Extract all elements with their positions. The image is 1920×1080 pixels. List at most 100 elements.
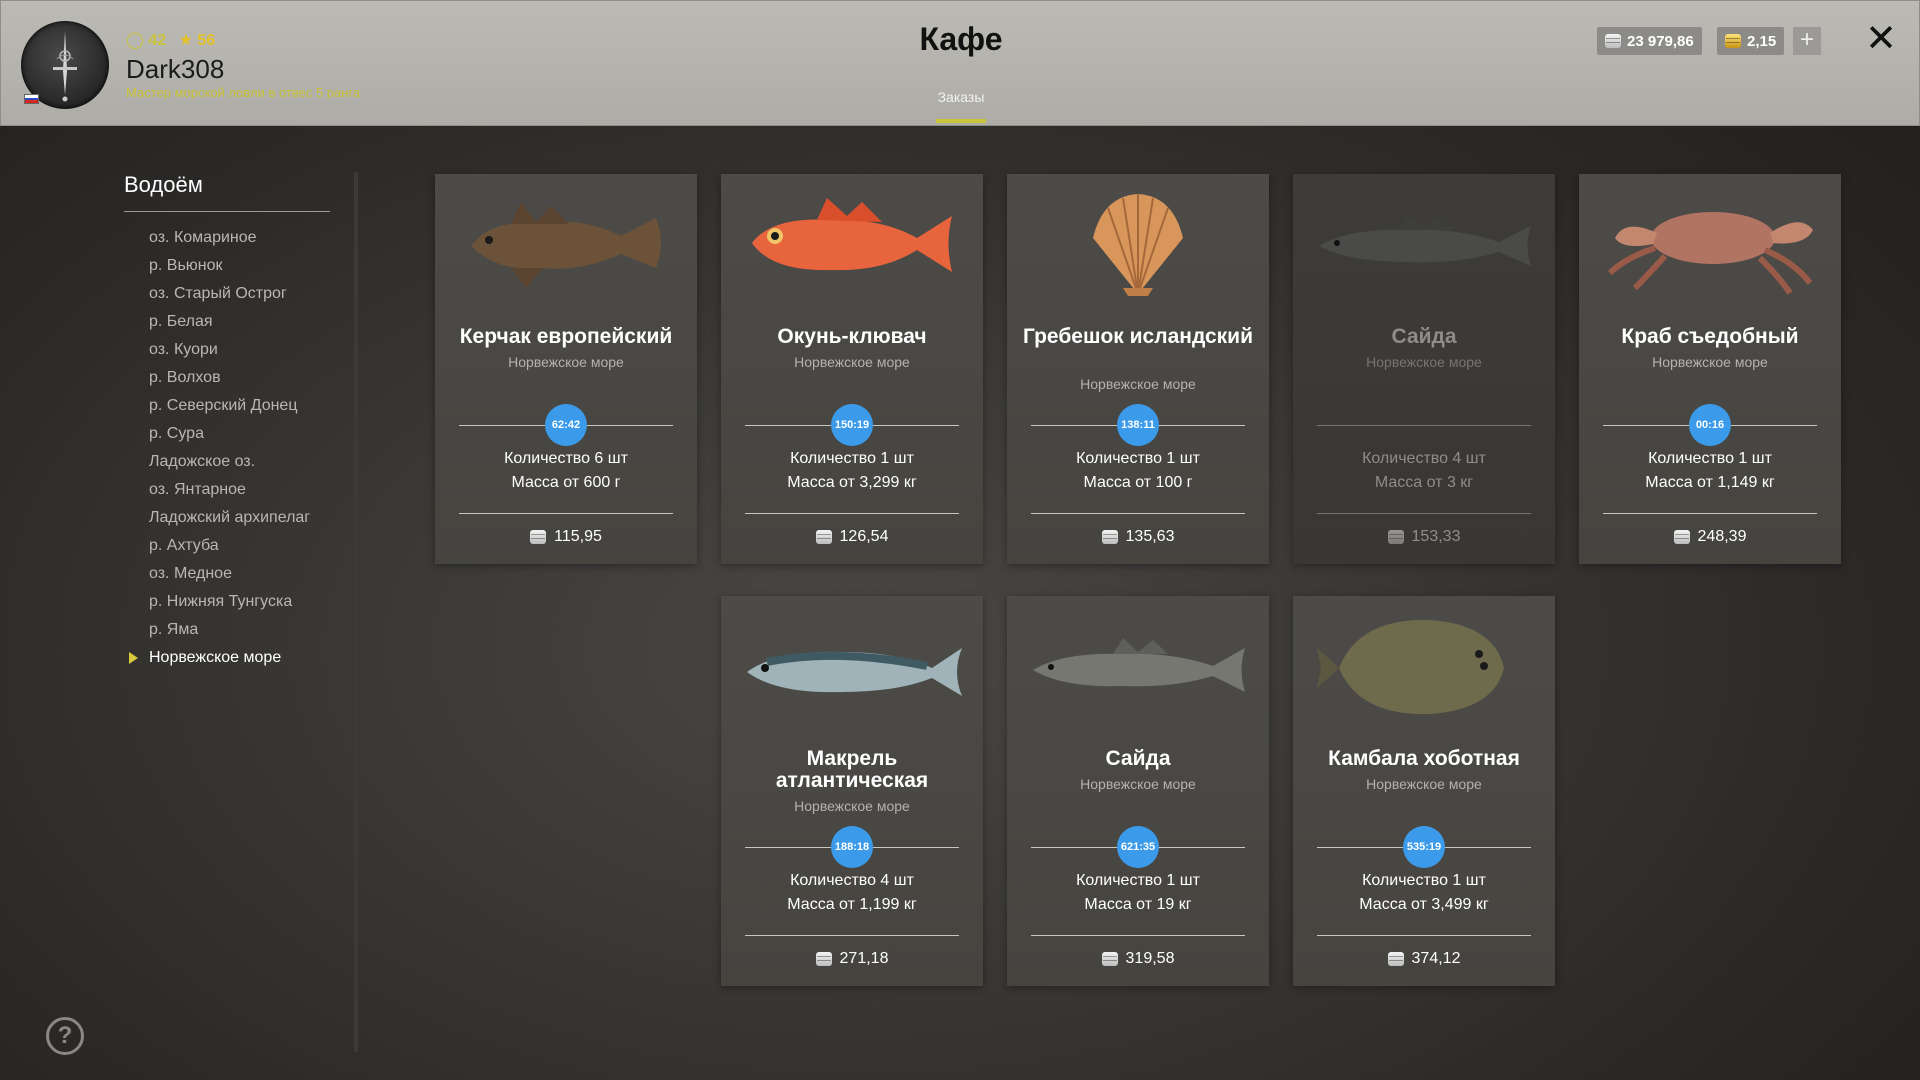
order-quantity: Количество 1 шт xyxy=(1076,872,1200,889)
order-location: Норвежское море xyxy=(1080,376,1196,392)
gold-amount: 2,15 xyxy=(1747,32,1777,50)
order-mass: Масса от 19 кг xyxy=(1084,896,1192,913)
silver-coin-icon xyxy=(1387,952,1404,966)
sidebar-item-active[interactable]: Норвежское море xyxy=(124,644,310,672)
order-reward: 374,12 xyxy=(1293,950,1555,968)
order-location: Норвежское море xyxy=(1366,354,1482,370)
order-mass: Масса от 600 г xyxy=(511,474,621,491)
price-divider xyxy=(1317,935,1531,936)
order-fish-name: Краб съедобный xyxy=(1621,325,1799,348)
sidebar-item[interactable]: р. Северский Донец xyxy=(124,392,310,420)
order-card[interactable]: Окунь-клювач Норвежское море 150:19 Коли… xyxy=(721,174,983,564)
order-price: 319,58 xyxy=(1125,950,1175,967)
order-price: 153,33 xyxy=(1411,528,1461,545)
sidebar-item[interactable]: р. Ахтуба xyxy=(124,532,310,560)
sidebar-item[interactable]: р. Белая xyxy=(124,308,310,336)
scallop-icon xyxy=(1093,194,1183,296)
sidebar-item[interactable]: оз. Старый Острог xyxy=(124,280,310,308)
order-timer: 621:35 xyxy=(1117,826,1159,868)
country-flag-icon xyxy=(24,94,39,104)
order-location: Норвежское море xyxy=(794,354,910,370)
sidebar-item[interactable]: р. Нижняя Тунгуска xyxy=(124,588,310,616)
sidebar-item[interactable]: оз. Янтарное xyxy=(124,476,310,504)
order-fish-name: Гребешок исландский xyxy=(1022,325,1253,348)
order-mass: Масса от 3,499 кг xyxy=(1359,896,1489,913)
order-price: 135,63 xyxy=(1125,528,1175,545)
silver-balance: 23 979,86 xyxy=(1597,27,1702,55)
sidebar-item[interactable]: р. Сура xyxy=(124,420,310,448)
silver-coin-icon xyxy=(815,530,832,544)
order-reward: 115,95 xyxy=(435,528,697,546)
order-mass: Масса от 1,149 кг xyxy=(1645,474,1775,491)
sidebar-item[interactable]: Ладожский архипелаг xyxy=(124,504,310,532)
order-card[interactable]: Сайда Норвежское море 621:35 Количество … xyxy=(1007,596,1269,986)
order-mass: Масса от 100 г xyxy=(1083,474,1193,491)
tab-orders[interactable]: Заказы xyxy=(931,89,991,105)
order-mass: Масса от 1,199 кг xyxy=(787,896,917,913)
order-price: 374,12 xyxy=(1411,950,1461,967)
flounder-icon xyxy=(1317,619,1504,715)
sidebar-item[interactable]: оз. Куори xyxy=(124,336,310,364)
order-quantity: Количество 4 шт xyxy=(790,872,914,889)
silver-coin-icon xyxy=(815,952,832,966)
order-timer: 62:42 xyxy=(545,404,587,446)
order-quantity: Количество 1 шт xyxy=(1362,872,1486,889)
order-reward: 248,39 xyxy=(1579,528,1841,546)
silver-coin-icon xyxy=(1101,952,1118,966)
order-card[interactable]: Краб съедобный Норвежское море 00:16 Кол… xyxy=(1579,174,1841,564)
order-timer: 535:19 xyxy=(1403,826,1445,868)
order-mass: Масса от 3,299 кг xyxy=(787,474,917,491)
order-timer: 00:16 xyxy=(1689,404,1731,446)
order-location: Норвежское море xyxy=(1652,354,1768,370)
order-reward: 153,33 xyxy=(1293,528,1555,546)
sidebar-item[interactable]: р. Вьюнок xyxy=(124,252,310,280)
sculpin-fish-icon xyxy=(471,202,661,288)
saithe-fish-icon xyxy=(1033,638,1245,692)
order-location: Норвежское море xyxy=(1366,776,1482,792)
price-divider xyxy=(459,513,673,514)
order-reward: 271,18 xyxy=(721,950,983,968)
order-quantity: Количество 1 шт xyxy=(1648,450,1772,467)
silver-coin-icon xyxy=(1387,530,1404,544)
silver-coin-icon xyxy=(530,530,547,544)
close-button[interactable]: ✕ xyxy=(1863,20,1899,58)
sidebar-item[interactable]: р. Яма xyxy=(124,616,310,644)
sidebar-item[interactable]: оз. Медное xyxy=(124,560,310,588)
order-quantity: Количество 1 шт xyxy=(790,450,914,467)
price-divider xyxy=(745,513,959,514)
order-fish-name: Керчак европейский xyxy=(459,325,673,348)
order-card[interactable]: Камбала хоботная Норвежское море 535:19 … xyxy=(1293,596,1555,986)
saithe-fish-icon xyxy=(1319,216,1531,266)
order-location: Норвежское море xyxy=(508,354,624,370)
order-quantity: Количество 4 шт xyxy=(1362,450,1486,467)
add-gold-button[interactable]: + xyxy=(1793,27,1821,55)
price-divider xyxy=(1317,513,1531,514)
timer-line xyxy=(1317,425,1531,426)
order-card[interactable]: Гребешок исландский Норвежское море 138:… xyxy=(1007,174,1269,564)
order-fish-name: Сайда xyxy=(1391,325,1457,348)
order-card[interactable]: Макрель атлантическая Норвежское море 18… xyxy=(721,596,983,986)
sidebar-item[interactable]: р. Волхов xyxy=(124,364,310,392)
silver-amount: 23 979,86 xyxy=(1627,32,1694,50)
silver-coin-icon xyxy=(1101,530,1118,544)
order-fish-name: Макрель атлантическая xyxy=(775,747,929,792)
sidebar-item[interactable]: оз. Комариное xyxy=(124,224,310,252)
order-mass: Масса от 3 кг xyxy=(1374,474,1474,491)
price-divider xyxy=(1603,513,1817,514)
order-location: Норвежское море xyxy=(1080,776,1196,792)
sidebar-title: Водоём xyxy=(124,172,203,197)
order-timer: 138:11 xyxy=(1117,404,1159,446)
player-rank: Мастер морской ловли в отвес 5 ранга xyxy=(126,85,361,100)
order-reward: 319,58 xyxy=(1007,950,1269,968)
silver-coin-icon xyxy=(1605,34,1621,48)
price-divider xyxy=(745,935,959,936)
order-card-unavailable[interactable]: Сайда Норвежское море Количество 4 шт Ма… xyxy=(1293,174,1555,564)
sidebar-scrollbar[interactable] xyxy=(354,172,358,1052)
order-fish-name: Окунь-клювач xyxy=(777,325,927,348)
silver-coin-icon xyxy=(1673,530,1690,544)
order-timer: 188:18 xyxy=(831,826,873,868)
order-card[interactable]: Керчак европейский Норвежское море 62:42… xyxy=(435,174,697,564)
order-quantity: Количество 1 шт xyxy=(1076,450,1200,467)
help-button[interactable]: ? xyxy=(46,1017,84,1055)
sidebar-item[interactable]: Ладожское оз. xyxy=(124,448,310,476)
